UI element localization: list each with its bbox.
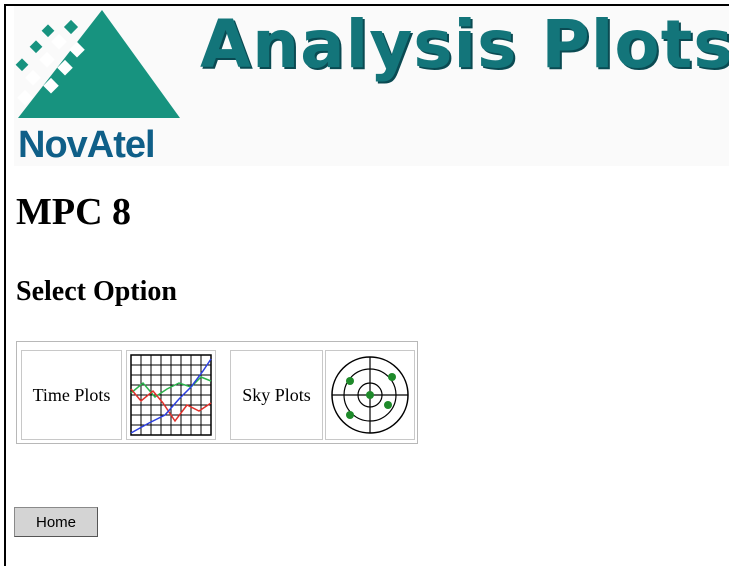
time-plots-link[interactable]: Time Plots <box>21 350 122 440</box>
section-title: Select Option <box>16 276 177 307</box>
novatel-logo-icon <box>15 10 180 118</box>
sky-plot-icon[interactable] <box>325 350 415 440</box>
home-button[interactable]: Home <box>14 507 98 537</box>
time-plot-icon[interactable] <box>126 350 216 440</box>
sky-plot-graph-icon <box>331 356 409 434</box>
banner-title: Analysis Plots <box>200 6 729 83</box>
time-plot-graph-icon <box>130 354 212 436</box>
page-title: MPC 8 <box>16 191 132 233</box>
sky-plots-link[interactable]: Sky Plots <box>230 350 323 440</box>
brand-name: NovAtel <box>18 124 156 166</box>
header-banner: NovAtel Analysis Plots <box>14 6 729 166</box>
options-table: Time Plots Sky Plots <box>16 341 418 444</box>
